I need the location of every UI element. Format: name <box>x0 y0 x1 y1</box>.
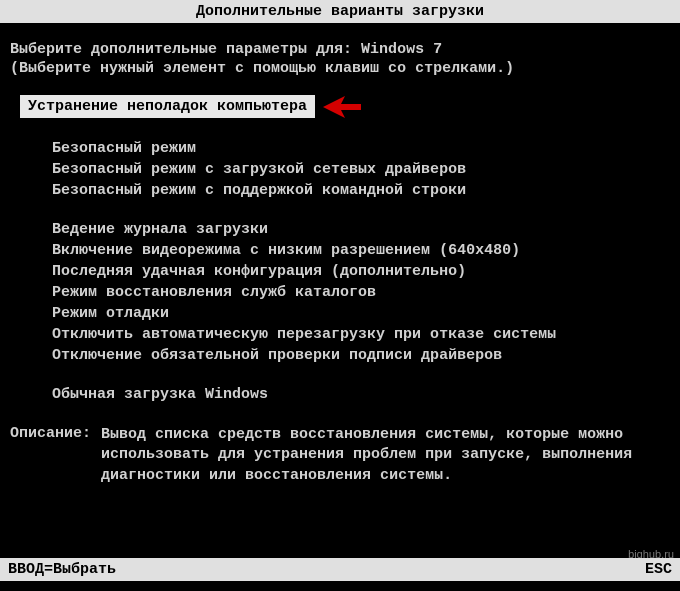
description-text: Вывод списка средств восстановления сист… <box>101 425 670 486</box>
menu-item-normal[interactable]: Обычная загрузка Windows <box>52 386 670 403</box>
menu-item-lowres[interactable]: Включение видеорежима с низким разрешени… <box>52 242 670 259</box>
footer-esc-hint: ESC <box>645 561 672 578</box>
menu-item-debug[interactable]: Режим отладки <box>52 305 670 322</box>
title-bar: Дополнительные варианты загрузки <box>0 0 680 23</box>
footer-enter-hint: ВВОД=Выбрать <box>8 561 116 578</box>
menu-item-bootlog[interactable]: Ведение журнала загрузки <box>52 221 670 238</box>
menu-item-safemode-network[interactable]: Безопасный режим с загрузкой сетевых дра… <box>52 161 670 178</box>
prompt-line: Выберите дополнительные параметры для: W… <box>10 41 670 58</box>
menu-group-safemode: Безопасный режим Безопасный режим с загр… <box>52 140 670 199</box>
arrow-left-icon <box>323 96 361 118</box>
hint-line: (Выберите нужный элемент с помощью клави… <box>10 60 670 77</box>
content-area: Выберите дополнительные параметры для: W… <box>0 23 680 486</box>
menu-item-nosigcheck[interactable]: Отключение обязательной проверки подписи… <box>52 347 670 364</box>
footer-bar: ВВОД=Выбрать ESC <box>0 558 680 581</box>
menu-item-noautorestart[interactable]: Отключить автоматическую перезагрузку пр… <box>52 326 670 343</box>
menu-item-lastknown[interactable]: Последняя удачная конфигурация (дополнит… <box>52 263 670 280</box>
selected-row: Устранение неполадок компьютера <box>20 95 670 118</box>
screen-title: Дополнительные варианты загрузки <box>196 3 484 20</box>
menu-item-repair[interactable]: Устранение неполадок компьютера <box>20 95 315 118</box>
menu-item-dsrestore[interactable]: Режим восстановления служб каталогов <box>52 284 670 301</box>
menu-group-advanced: Ведение журнала загрузки Включение видео… <box>52 221 670 364</box>
description-block: Описание: Вывод списка средств восстанов… <box>10 425 670 486</box>
menu-group-normal: Обычная загрузка Windows <box>52 386 670 403</box>
menu-item-safemode-cmd[interactable]: Безопасный режим с поддержкой командной … <box>52 182 670 199</box>
menu-item-safemode[interactable]: Безопасный режим <box>52 140 670 157</box>
description-label: Описание: <box>10 425 91 486</box>
